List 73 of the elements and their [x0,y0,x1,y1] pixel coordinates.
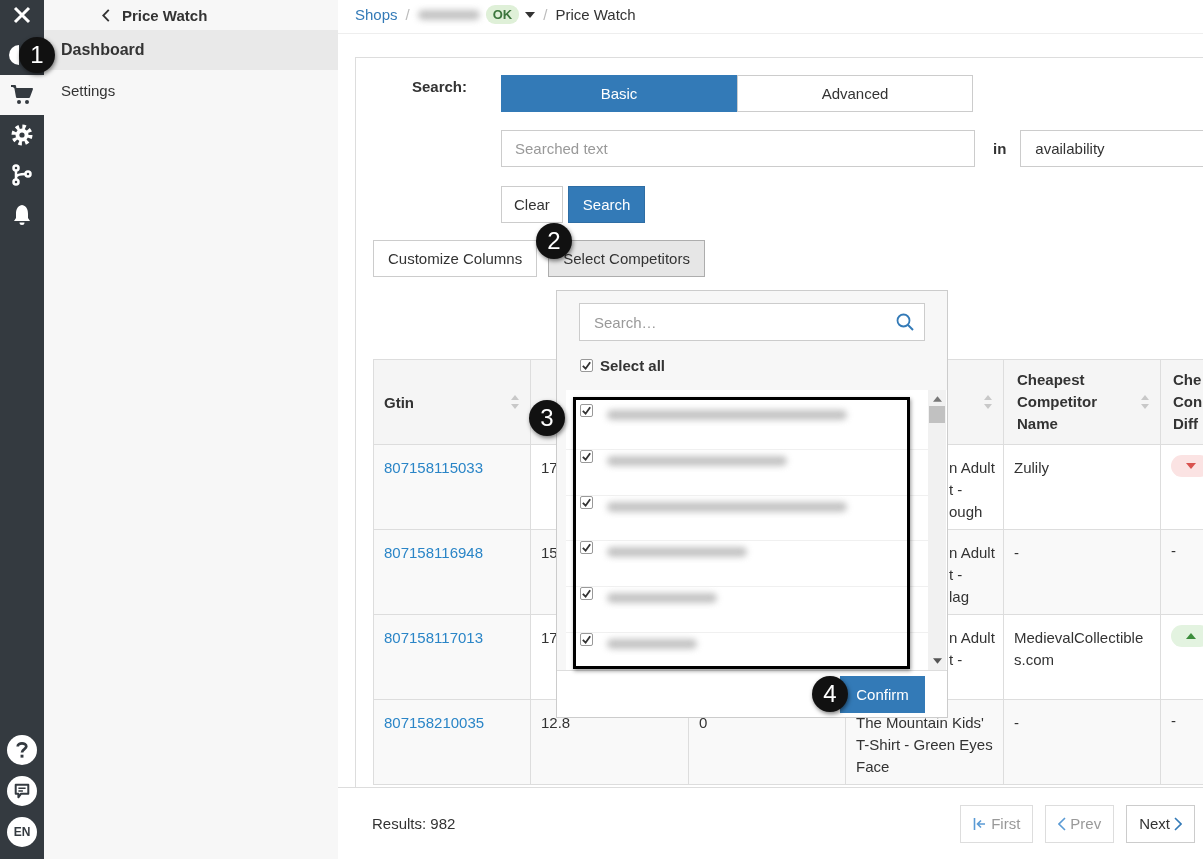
search-mode-tab[interactable]: Advanced [737,75,973,112]
chevron-left-icon [1058,816,1067,831]
checkbox[interactable] [580,404,593,417]
scroll-down-icon[interactable] [932,658,942,664]
table-cell-text: t - [949,480,964,500]
search-mode-tab[interactable]: Basic [501,75,737,112]
breadcrumb-separator: / [543,6,548,23]
column-header: Gtin [384,393,414,411]
competitor-search-field[interactable]: Search… [579,303,925,341]
checkbox[interactable] [580,541,593,555]
search-icon [896,313,914,331]
status-badge: OK [485,5,520,24]
table-cell-text: t - [949,565,964,585]
table-cell-text: n Adult [949,458,993,478]
table-cell-text: n Adult [949,628,993,648]
scrollbar-thumb[interactable] [929,406,945,423]
table-cell-text: lag [949,587,971,607]
checkbox[interactable] [580,358,593,372]
breadcrumb-separator: / [405,6,410,23]
back-icon[interactable] [102,8,110,22]
gtin-link[interactable]: 807158115033 [384,459,483,476]
table-cell-text: - [1014,544,1019,561]
table-cell-text: The Mountain Kids' T-Shirt - Green Eyes Face [856,713,993,777]
help-icon [16,741,28,759]
table-cell-text: 0 [699,714,708,731]
caret-icon[interactable] [525,11,536,18]
branch-icon[interactable] [10,163,34,187]
column-header: Che Con Diff [1173,370,1203,434]
sidebar-item[interactable]: Settings [44,70,338,110]
clear-button[interactable]: Clear [501,186,563,223]
select-all-label: Select all [600,356,666,374]
settings-icon[interactable] [10,123,34,147]
search-label: Search: [410,77,467,95]
search-text-field[interactable]: Searched text [501,130,975,167]
language-button[interactable]: EN [7,817,37,847]
table-cell-text: - [1171,712,1176,729]
table-cell-text: ough [949,502,984,522]
table-cell-text: MedievalCollectibles.com [1014,629,1144,668]
table-cell-text: - [1171,542,1176,559]
table-cell-text: - [1014,714,1019,731]
sidebar-item[interactable]: Dashboard [44,30,338,70]
chat-icon [13,782,31,800]
down-triangle-icon [1186,463,1196,469]
breadcrumb-link[interactable]: Shops [355,6,398,23]
help-button[interactable] [7,735,37,765]
breadcrumb-current: Price Watch [555,6,636,23]
pager-button[interactable]: Next [1126,804,1195,843]
column-header: Cheapest Competitor Name [1017,370,1098,434]
gtin-link[interactable]: 807158117013 [384,629,483,646]
search-button[interactable]: Search [567,186,646,223]
field-select[interactable]: availability [1020,130,1203,167]
gtin-link[interactable]: 807158210035 [384,714,485,731]
table-cell-text: 12.8 [541,714,571,731]
rail-item-highlight[interactable] [0,75,44,115]
table-cell-text: n Adult [949,543,993,563]
up-triangle-icon [1186,633,1196,639]
toolbar-button[interactable]: Customize Columns [373,240,538,277]
confirm-button[interactable]: Confirm [840,675,925,713]
table-cell-text: t - [949,650,964,670]
close-icon[interactable] [12,5,32,25]
gtin-link[interactable]: 807158116948 [384,544,483,561]
scrollbar[interactable] [928,390,946,670]
first-page-icon [973,816,988,831]
chevron-right-icon [1174,816,1182,831]
scroll-up-icon[interactable] [932,396,942,402]
redacted-text [417,9,480,20]
sidebar-title: Price Watch [122,6,208,24]
checkbox[interactable] [580,587,593,601]
in-label: in [993,140,1007,157]
cart-icon[interactable] [10,83,34,107]
feedback-button[interactable] [7,776,37,806]
results-count: Results: 982 [372,815,456,832]
table-cell-text: Zulily [1014,459,1049,476]
